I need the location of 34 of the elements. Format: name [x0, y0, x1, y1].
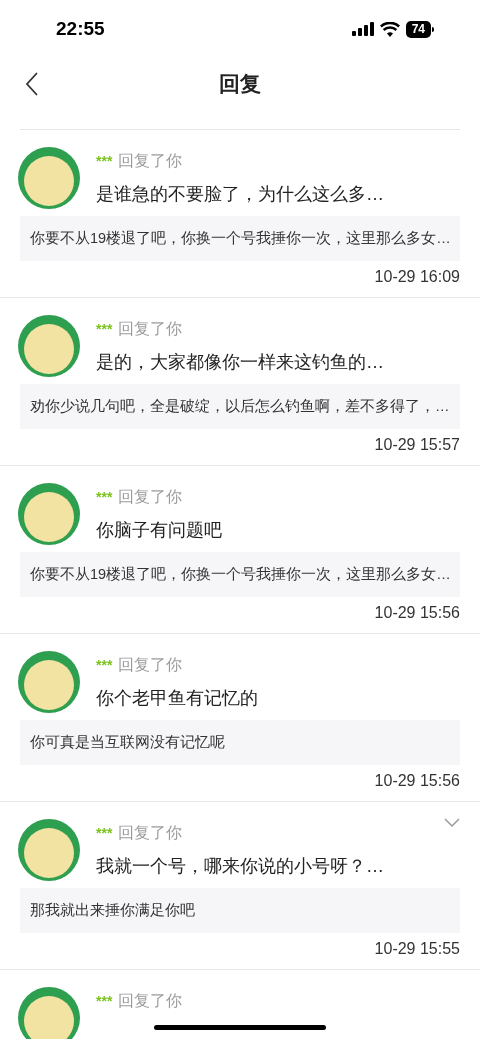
wifi-icon [379, 21, 400, 37]
timestamp: 10-29 15:57 [374, 435, 460, 455]
reply-text[interactable]: 我就一个号，哪来你说的小号呀？… [96, 853, 384, 880]
quoted-comment[interactable]: 劝你少说几句吧，全是破绽，以后怎么钓鱼啊，差不多得了，… [20, 384, 460, 429]
avatar [18, 315, 80, 377]
timestamp: 10-29 15:56 [374, 603, 460, 623]
timestamp: 10-29 15:55 [374, 939, 460, 959]
reply-label: 回复了你 [118, 319, 183, 339]
reply-label: 回复了你 [118, 151, 183, 171]
reply-label: 回复了你 [118, 823, 183, 843]
avatar [18, 651, 80, 713]
avatar [18, 147, 80, 209]
avatar [18, 483, 80, 545]
reply-text[interactable]: 是谁急的不要脸了，为什么这么多… [96, 181, 384, 208]
back-icon[interactable] [25, 72, 39, 96]
reply-text[interactable]: 是的，大家都像你一样来这钓鱼的… [96, 349, 384, 376]
signal-icon [351, 22, 374, 36]
reply-text[interactable]: 你脑子有问题吧 [96, 517, 222, 544]
reply-label: 回复了你 [118, 991, 183, 1011]
status-time: 22:55 [56, 16, 105, 41]
quoted-comment[interactable]: 你要不从19楼退了吧，你换一个号我捶你一次，这里那么多女… [20, 216, 460, 261]
avatar [18, 987, 80, 1039]
avatar [18, 819, 80, 881]
quoted-comment[interactable]: 你可真是当互联网没有记忆呢 [20, 720, 460, 765]
battery-icon: 74 [405, 20, 434, 38]
reply-text[interactable]: 你个老甲鱼有记忆的 [96, 685, 258, 712]
timestamp: 10-29 16:09 [374, 267, 460, 287]
chevron-down-icon[interactable] [444, 818, 460, 828]
reply-label: 回复了你 [118, 655, 183, 675]
quoted-comment[interactable]: 你要不从19楼退了吧，你换一个号我捶你一次，这里那么多女… [20, 552, 460, 597]
reply-label: 回复了你 [118, 487, 183, 507]
page-title: 回复 [219, 71, 261, 98]
quoted-comment[interactable]: 那我就出来捶你满足你吧 [20, 888, 460, 933]
timestamp: 10-29 15:56 [374, 771, 460, 791]
